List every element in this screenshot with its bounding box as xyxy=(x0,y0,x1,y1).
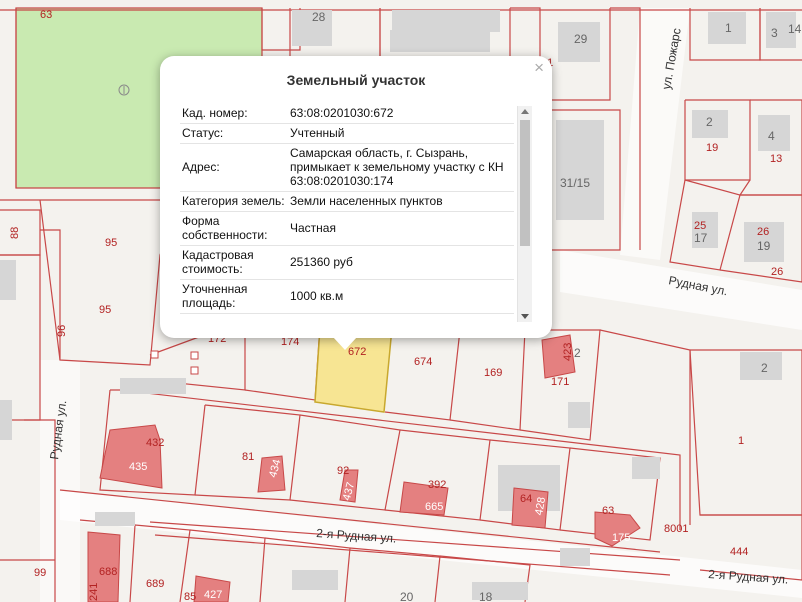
info-value: Земли населенных пунктов xyxy=(288,191,514,212)
label-2b: 2 xyxy=(574,346,581,360)
info-value: 63:08:0201030:672 xyxy=(288,104,514,124)
info-value: Самарская область, г. Сызрань, примыкает… xyxy=(288,143,514,192)
label-427: 427 xyxy=(204,589,222,601)
label-81: 81 xyxy=(242,451,254,463)
label-96: 96 xyxy=(56,325,68,337)
label-19a: 19 xyxy=(706,142,718,154)
parcel-info-table: Кад. номер: 63:08:0201030:672 Статус: Учте… xyxy=(180,104,514,314)
label-28: 28 xyxy=(312,10,326,24)
info-label: Кад. номер: xyxy=(180,104,288,124)
label-689: 689 xyxy=(146,578,164,590)
scroll-down-arrow-icon[interactable] xyxy=(521,314,529,319)
label-665: 665 xyxy=(425,501,443,513)
info-value: 251360 руб xyxy=(288,245,514,280)
label-171: 171 xyxy=(551,376,569,388)
label-423: 423 xyxy=(562,343,574,361)
info-row: Категория земель: Земли населенных пункто… xyxy=(180,191,514,212)
info-label: Уточненная площадь: xyxy=(180,279,288,314)
label-1b: 1 xyxy=(738,435,744,447)
info-label: Категория земель: xyxy=(180,191,288,212)
label-88: 88 xyxy=(9,227,21,239)
label-20: 20 xyxy=(400,590,414,602)
info-row: Кад. номер: 63:08:0201030:672 xyxy=(180,104,514,124)
popup-scroll-area[interactable]: Кад. номер: 63:08:0201030:672 Статус: Учте… xyxy=(180,104,532,322)
label-688: 688 xyxy=(99,566,117,578)
label-18: 18 xyxy=(479,590,493,602)
info-label: Статус: xyxy=(180,123,288,144)
label-175: 175 xyxy=(612,532,630,544)
label-241: 241 xyxy=(88,583,100,601)
label-19b: 19 xyxy=(757,239,771,253)
label-13: 13 xyxy=(770,153,782,165)
label-674: 674 xyxy=(414,356,432,368)
label-31-15: 31/15 xyxy=(560,176,590,190)
label-444: 444 xyxy=(730,546,748,558)
info-row: Статус: Учтенный xyxy=(180,123,514,144)
scroll-up-arrow-icon[interactable] xyxy=(521,109,529,114)
popup-scrollbar[interactable] xyxy=(517,106,532,322)
label-2c: 2 xyxy=(761,361,768,375)
info-row: Кадастровая стоимость: 251360 руб xyxy=(180,245,514,280)
label-169: 169 xyxy=(484,367,502,379)
parcel-info-popup: × Земельный участок Кад. номер: 63:08:020… xyxy=(160,56,552,350)
label-64: 64 xyxy=(520,493,532,505)
label-435: 435 xyxy=(129,461,147,473)
label-95a: 95 xyxy=(105,237,117,249)
label-99: 99 xyxy=(34,567,46,579)
label-1: 1 xyxy=(725,21,732,35)
road-rudnaya-left xyxy=(40,360,80,602)
info-row: Адрес: Самарская область, г. Сызрань, при… xyxy=(180,143,514,192)
info-label: Форма собственности: xyxy=(180,211,288,246)
label-63: 63 xyxy=(40,9,52,21)
label-29: 29 xyxy=(574,32,588,46)
info-value: Частная xyxy=(288,211,514,246)
info-row: Форма собственности: Частная xyxy=(180,211,514,246)
label-392: 392 xyxy=(428,479,446,491)
label-8001: 8001 xyxy=(664,523,688,535)
label-92: 92 xyxy=(337,465,349,477)
label-3: 3 xyxy=(771,26,778,40)
label-26b: 26 xyxy=(771,266,783,278)
popup-pointer xyxy=(333,337,357,350)
label-17: 17 xyxy=(694,231,708,245)
label-4: 4 xyxy=(768,129,775,143)
info-value: 1000 кв.м xyxy=(288,279,514,314)
label-26a: 26 xyxy=(757,226,769,238)
scrollbar-thumb[interactable] xyxy=(520,120,530,246)
info-label: Адрес: xyxy=(180,143,288,192)
label-63b: 63 xyxy=(602,505,614,517)
info-label: Кадастровая стоимость: xyxy=(180,245,288,280)
info-value: Учтенный xyxy=(288,123,514,144)
label-2a: 2 xyxy=(706,115,713,129)
label-95b: 95 xyxy=(99,304,111,316)
info-row: Уточненная площадь: 1000 кв.м xyxy=(180,279,514,314)
popup-title: Земельный участок xyxy=(286,72,426,88)
label-432: 432 xyxy=(146,437,164,449)
label-14: 14 xyxy=(788,22,802,36)
label-85: 85 xyxy=(184,591,196,602)
